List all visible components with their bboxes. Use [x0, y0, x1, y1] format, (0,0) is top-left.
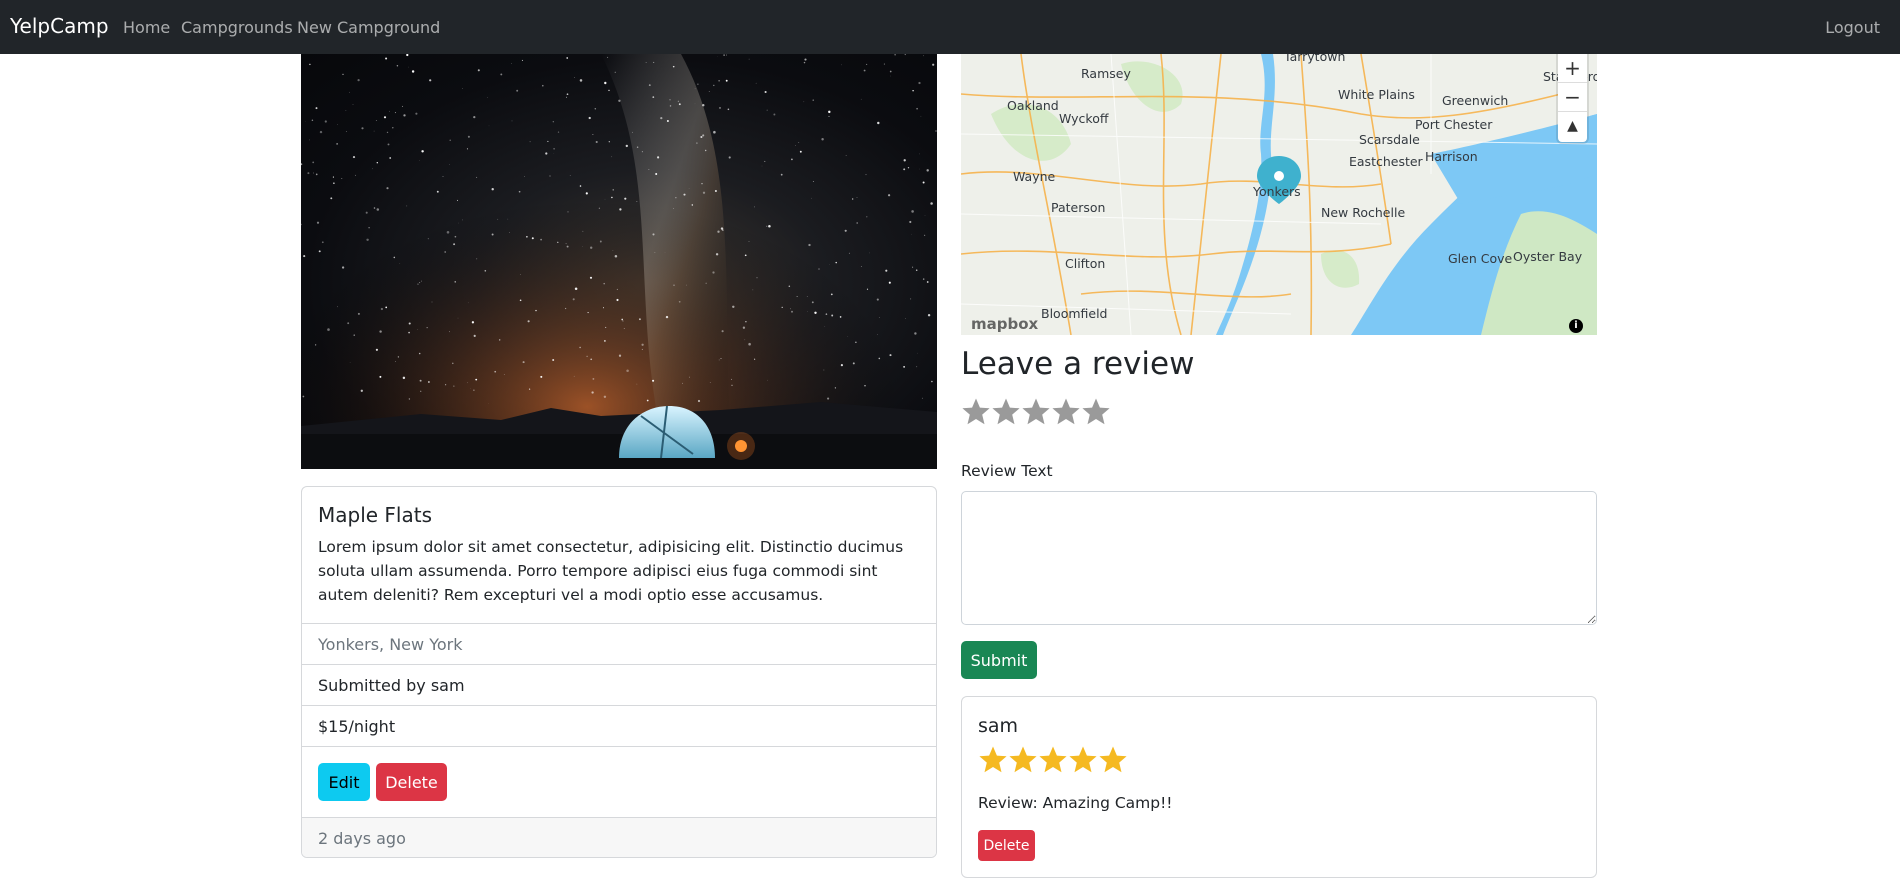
review-star-5-icon — [1098, 745, 1128, 775]
nav-campgrounds-link[interactable]: Campgrounds — [181, 18, 293, 37]
delete-review-button[interactable]: Delete — [978, 830, 1035, 861]
zoom-in-button[interactable]: + — [1558, 54, 1587, 83]
review-author: sam — [978, 715, 1019, 737]
nav-home-link[interactable]: Home — [123, 18, 170, 37]
campground-image — [301, 54, 937, 469]
campground-author: Submitted by sam — [302, 664, 936, 705]
map-label-wyckoff: Wyckoff — [1059, 111, 1109, 126]
campground-title: Maple Flats — [318, 503, 433, 527]
campground-price: $15/night — [302, 705, 936, 746]
zoom-out-button[interactable]: − — [1558, 83, 1587, 112]
brand-link[interactable]: YelpCamp — [10, 14, 109, 38]
review-text-label: Review Text — [961, 462, 1053, 480]
campground-description: Lorem ipsum dolor sit amet consectetur, … — [318, 538, 904, 604]
campground-map[interactable]: Tarrytown Ramsey White Plains Greenwich … — [961, 54, 1597, 335]
rating-input-star-2-icon[interactable] — [991, 397, 1021, 427]
review-star-3-icon — [1038, 745, 1068, 775]
map-label-wayne: Wayne — [1013, 169, 1056, 184]
map-label-paterson: Paterson — [1051, 200, 1106, 215]
mapbox-logo[interactable]: mapbox — [971, 315, 1038, 333]
nav-new-campground-link[interactable]: New Campground — [297, 18, 440, 37]
review-text-input[interactable] — [961, 491, 1597, 625]
campground-card-body: Maple Flats Lorem ipsum dolor sit amet c… — [302, 487, 936, 623]
review-star-1-icon — [978, 745, 1008, 775]
nav-logout-link[interactable]: Logout — [1825, 18, 1880, 37]
map-label-eastchester: Eastchester — [1349, 154, 1423, 169]
review-body: Review: Amazing Camp!! — [978, 794, 1173, 812]
campground-location: Yonkers, New York — [302, 623, 936, 664]
review-card: sam Review: Amazing Camp!! Delete — [961, 696, 1597, 878]
edit-button[interactable]: Edit — [318, 763, 370, 801]
attribution-info-icon[interactable]: i — [1569, 319, 1583, 333]
map-label-bloomfield: Bloomfield — [1041, 306, 1108, 321]
map-label-tarrytown: Tarrytown — [1284, 54, 1346, 64]
map-label-clifton: Clifton — [1065, 256, 1106, 271]
rating-input-star-1-icon[interactable] — [961, 397, 991, 427]
rating-input-star-3-icon[interactable] — [1021, 397, 1051, 427]
rating-input[interactable] — [961, 397, 1111, 431]
map-navigation-control: + − ▲ — [1558, 54, 1587, 142]
submit-review-button[interactable]: Submit — [961, 641, 1037, 679]
map-label-greenwich: Greenwich — [1442, 93, 1509, 108]
review-star-4-icon — [1068, 745, 1098, 775]
campground-actions: Edit Delete — [302, 746, 936, 817]
navbar: YelpCamp Home Campgrounds New Campground… — [0, 0, 1900, 54]
review-rating — [978, 745, 1128, 779]
map-label-harrison: Harrison — [1425, 149, 1478, 164]
map-label-oyster-bay: Oyster Bay — [1513, 249, 1583, 264]
rating-input-star-4-icon[interactable] — [1051, 397, 1081, 427]
map-label-port-chester: Port Chester — [1415, 117, 1493, 132]
leave-review-heading: Leave a review — [961, 346, 1195, 382]
map-label-new-rochelle: New Rochelle — [1321, 205, 1406, 220]
delete-campground-button[interactable]: Delete — [376, 763, 447, 801]
map-label-scarsdale: Scarsdale — [1359, 132, 1420, 147]
campground-footer-timestamp: 2 days ago — [302, 817, 936, 857]
compass-button[interactable]: ▲ — [1558, 112, 1587, 141]
map-label-ramsey: Ramsey — [1081, 66, 1131, 81]
map-label-glen-cove: Glen Cove — [1448, 251, 1513, 266]
campground-card: Maple Flats Lorem ipsum dolor sit amet c… — [301, 486, 937, 858]
map-label-white-plains: White Plains — [1338, 87, 1415, 102]
map-label-yonkers: Yonkers — [1253, 184, 1301, 199]
rating-input-star-5-icon[interactable] — [1081, 397, 1111, 427]
map-label-oakland: Oakland — [1007, 98, 1059, 113]
review-star-2-icon — [1008, 745, 1038, 775]
